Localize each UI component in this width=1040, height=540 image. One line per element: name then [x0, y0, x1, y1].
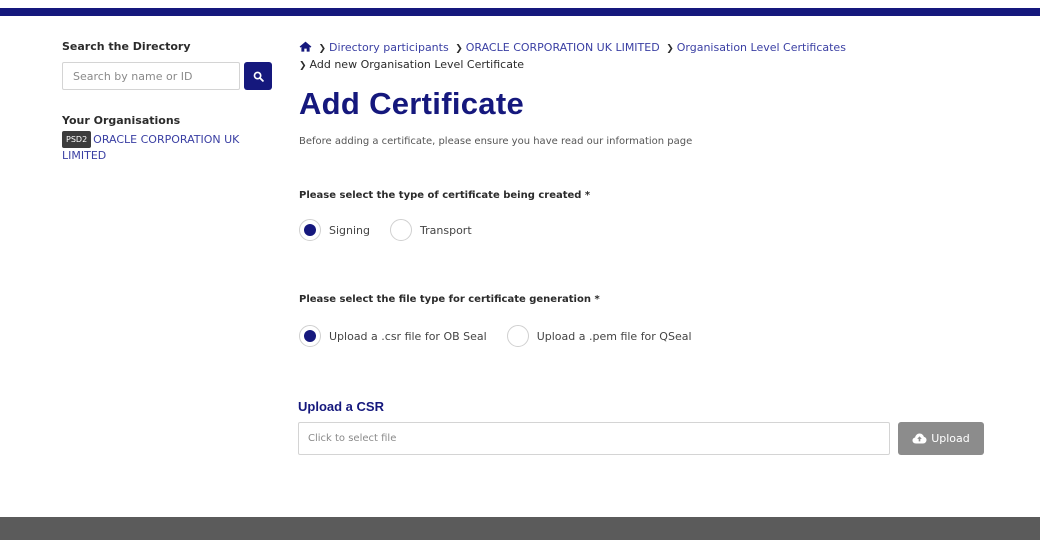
- certificate-type-label: Please select the type of certificate be…: [299, 190, 591, 201]
- top-brand-bar: [0, 8, 1040, 16]
- search-button[interactable]: [244, 62, 272, 90]
- radio-signing-circle[interactable]: [299, 219, 321, 241]
- file-select-input[interactable]: Click to select file: [298, 422, 890, 455]
- radio-transport-circle[interactable]: [390, 219, 413, 241]
- radio-csr-ob-seal[interactable]: Upload a .csr file for OB Seal: [299, 325, 507, 347]
- search-icon: [253, 71, 264, 82]
- your-organisations-title: Your Organisations: [62, 114, 181, 127]
- psd2-badge: PSD2: [62, 131, 92, 148]
- radio-pem-circle[interactable]: [506, 325, 529, 347]
- breadcrumb-separator: ❯: [318, 44, 327, 54]
- radio-signing[interactable]: Signing: [299, 219, 390, 241]
- file-type-radio-group: Upload a .csr file for OB Seal Upload a …: [299, 325, 712, 347]
- home-icon[interactable]: [299, 41, 312, 52]
- radio-transport-label: Transport: [420, 223, 472, 237]
- search-title: Search the Directory: [62, 40, 191, 53]
- main-content: ❯ Directory participants ❯ ORACLE CORPORAT…: [298, 40, 999, 455]
- search-box: [62, 62, 274, 90]
- cloud-upload-icon: [912, 433, 927, 444]
- intro-text: Before adding a certificate, please ensu…: [299, 136, 693, 147]
- sidebar: Search the Directory Your Organisations …: [62, 40, 282, 163]
- radio-pem-qseal[interactable]: Upload a .pem file for QSeal: [506, 325, 712, 347]
- breadcrumb-directory-participants[interactable]: Directory participants: [329, 41, 449, 54]
- breadcrumb-organisation[interactable]: ORACLE CORPORATION UK LIMITED: [466, 41, 660, 54]
- radio-pem-label: Upload a .pem file for QSeal: [536, 329, 692, 343]
- radio-transport[interactable]: Transport: [390, 219, 492, 241]
- radio-signing-label: Signing: [329, 223, 371, 237]
- upload-row: Click to select file Upload: [298, 422, 984, 455]
- breadcrumb-separator: ❯: [299, 61, 307, 71]
- breadcrumb-organisation-level-certificates[interactable]: Organisation Level Certificates: [677, 41, 846, 54]
- breadcrumb-separator: ❯: [666, 44, 674, 54]
- footer: [0, 517, 1040, 540]
- certificate-type-radio-group: Signing Transport: [299, 219, 492, 241]
- upload-button[interactable]: Upload: [898, 422, 984, 455]
- radio-csr-label: Upload a .csr file for OB Seal: [329, 329, 487, 343]
- organisation-entry: PSD2 ORACLE CORPORATION UK LIMITED: [62, 131, 262, 163]
- radio-csr-circle[interactable]: [299, 325, 321, 347]
- upload-csr-title: Upload a CSR: [298, 399, 384, 414]
- page-title: Add Certificate: [299, 86, 524, 121]
- search-input[interactable]: [62, 62, 240, 90]
- breadcrumb: ❯ Directory participants ❯ ORACLE CORPORAT…: [299, 40, 999, 74]
- radio-selected-dot: [304, 224, 316, 236]
- radio-selected-dot: [304, 330, 316, 342]
- file-type-label: Please select the file type for certific…: [299, 294, 600, 305]
- breadcrumb-separator: ❯: [455, 44, 463, 54]
- breadcrumb-current: Add new Organisation Level Certificate: [309, 58, 525, 71]
- upload-button-label: Upload: [931, 432, 970, 445]
